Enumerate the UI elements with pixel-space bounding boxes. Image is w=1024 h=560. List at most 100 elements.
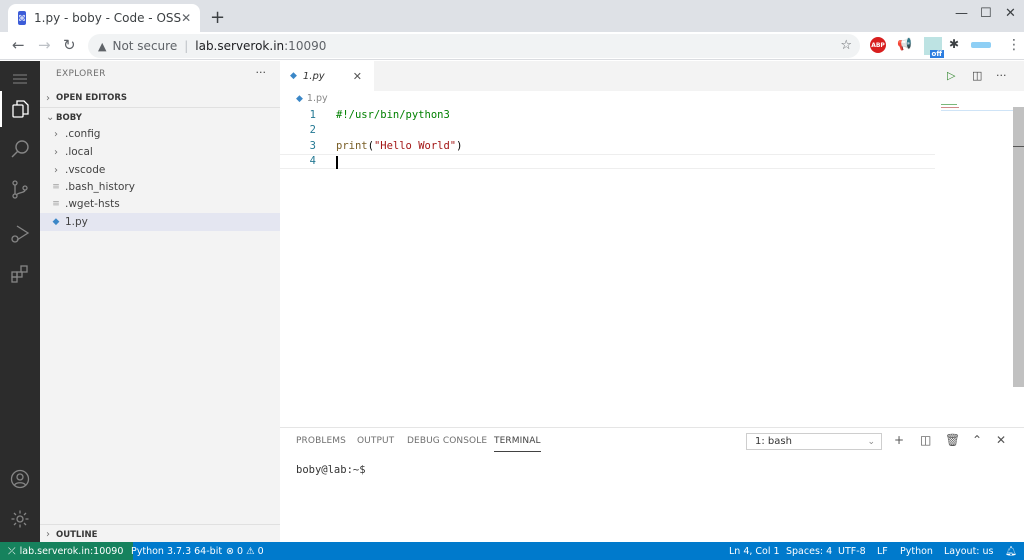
- close-panel-icon[interactable]: ✕: [996, 433, 1006, 447]
- separator: |: [184, 39, 189, 53]
- tree-item-1-py[interactable]: ◆ 1.py: [40, 213, 280, 231]
- chevron-down-icon: ⌄: [867, 436, 875, 447]
- workspace-section[interactable]: ⌄ BOBY: [40, 107, 280, 127]
- run-file-icon[interactable]: ▷: [947, 69, 955, 82]
- error-icon: ⊗: [226, 545, 234, 557]
- bookmark-star-icon[interactable]: ☆: [840, 38, 852, 53]
- tree-item-label: .bash_history: [65, 181, 135, 193]
- minimize-icon[interactable]: —: [955, 6, 968, 21]
- editor-tab-1-py[interactable]: ◆ 1.py ✕: [280, 61, 374, 91]
- more-actions-icon[interactable]: ···: [256, 66, 267, 79]
- terminal-select[interactable]: 1: bash ⌄: [746, 433, 882, 450]
- tree-item-local[interactable]: › .local: [40, 143, 280, 161]
- chevron-right-icon: ›: [54, 128, 58, 140]
- python-file-icon: ◆: [290, 71, 297, 81]
- chevron-right-icon: ›: [46, 529, 50, 540]
- extension-off-icon[interactable]: off: [924, 37, 944, 58]
- token-string: "Hello World": [373, 139, 457, 152]
- tree-item-wget-hsts[interactable]: ≡ .wget-hsts: [40, 195, 280, 213]
- line-number: 3: [309, 139, 316, 152]
- panel-tab-problems[interactable]: PROBLEMS: [296, 436, 346, 446]
- problems-indicator[interactable]: ⊗ 0 ⚠ 0: [226, 542, 264, 560]
- code-line-current: 4: [280, 153, 935, 169]
- extensions-icon[interactable]: [0, 256, 40, 292]
- security-label: Not secure: [112, 39, 178, 53]
- line-text: #!/usr/bin/python3: [336, 108, 450, 121]
- tree-item-label: .vscode: [65, 164, 106, 176]
- megaphone-icon[interactable]: 📢: [897, 37, 912, 51]
- address-bar[interactable]: ▲ Not secure | lab.serverok.in :10090 ☆: [88, 34, 860, 58]
- chevron-right-icon: ›: [54, 164, 58, 176]
- panel-tab-terminal[interactable]: TERMINAL: [494, 436, 541, 452]
- window-close-icon[interactable]: ✕: [1005, 6, 1016, 21]
- text-cursor: [336, 155, 338, 169]
- adblock-plus-icon[interactable]: ABP: [870, 37, 886, 53]
- outline-section[interactable]: › OUTLINE: [40, 524, 280, 544]
- remote-host: lab.serverok.in:10090: [19, 545, 124, 557]
- minimap[interactable]: [941, 104, 1015, 114]
- python-interpreter[interactable]: Python 3.7.3 64-bit: [131, 542, 222, 560]
- browser-tab[interactable]: ⌘ 1.py - boby - Code - OSS ✕: [8, 4, 200, 32]
- close-icon[interactable]: ✕: [181, 11, 191, 25]
- source-control-icon[interactable]: [0, 171, 40, 207]
- split-editor-icon[interactable]: ◫: [972, 69, 982, 82]
- close-tab-icon[interactable]: ✕: [353, 70, 362, 83]
- tree-item-bash-history[interactable]: ≡ .bash_history: [40, 178, 280, 196]
- url-host: lab.serverok.in: [195, 39, 285, 53]
- line-number: 4: [309, 155, 316, 168]
- panel-tab-debug-console[interactable]: DEBUG CONSOLE: [407, 436, 487, 446]
- end-of-line[interactable]: LF: [877, 542, 888, 560]
- vertical-scrollbar[interactable]: [1013, 107, 1024, 387]
- warning-count: 0: [257, 545, 264, 557]
- keyboard-layout[interactable]: Layout: us: [944, 542, 994, 560]
- notifications-bell-icon[interactable]: 🔔︎: [1005, 542, 1017, 560]
- error-count: 0: [237, 545, 244, 557]
- breadcrumb-file: 1.py: [306, 93, 328, 104]
- line-number: 1: [309, 108, 316, 121]
- panel-tab-output[interactable]: OUTPUT: [357, 436, 394, 446]
- account-icon[interactable]: [0, 461, 40, 497]
- open-editors-section[interactable]: › OPEN EDITORS: [40, 88, 280, 108]
- indentation[interactable]: Spaces: 4: [786, 542, 832, 560]
- extensions-puzzle-icon[interactable]: ✱: [949, 37, 959, 51]
- warning-icon: ▲: [98, 39, 107, 53]
- tree-item-label: 1.py: [65, 216, 88, 228]
- encoding[interactable]: UTF-8: [838, 542, 866, 560]
- terminal-prompt[interactable]: boby@lab:~$: [296, 464, 366, 476]
- maximize-panel-icon[interactable]: ⌃: [972, 433, 982, 447]
- browser-tab-title: 1.py - boby - Code - OSS: [34, 11, 182, 25]
- file-lines-icon: ≡: [52, 182, 60, 192]
- file-lines-icon: ≡: [52, 199, 60, 209]
- trash-icon[interactable]: 🗑: [945, 433, 960, 447]
- tree-item-config[interactable]: › .config: [40, 125, 280, 143]
- back-icon[interactable]: ←: [12, 36, 25, 54]
- cursor-position[interactable]: Ln 4, Col 1: [729, 542, 780, 560]
- search-icon[interactable]: [0, 131, 40, 167]
- more-actions-icon[interactable]: ···: [996, 69, 1007, 82]
- warning-icon: ⚠: [246, 545, 255, 557]
- settings-gear-icon[interactable]: [0, 501, 40, 537]
- new-tab-button[interactable]: +: [210, 7, 225, 28]
- token-paren: ): [456, 139, 463, 152]
- reload-icon[interactable]: ↻: [63, 36, 76, 54]
- maximize-icon[interactable]: ☐: [980, 6, 992, 21]
- url-port: :10090: [284, 39, 327, 53]
- code-line: 2: [280, 123, 940, 139]
- extension-bar-icon[interactable]: [971, 42, 991, 48]
- split-terminal-icon[interactable]: ◫: [920, 433, 931, 447]
- language-mode[interactable]: Python: [900, 542, 933, 560]
- status-bar: ⤫ lab.serverok.in:10090 Python 3.7.3 64-…: [0, 542, 1024, 560]
- forward-icon[interactable]: →: [38, 36, 51, 54]
- run-debug-icon[interactable]: [0, 216, 40, 252]
- code-editor[interactable]: 1 #!/usr/bin/python3 2 3 print("Hello Wo…: [280, 107, 940, 169]
- chevron-right-icon: ›: [54, 146, 58, 158]
- browser-menu-icon[interactable]: ⋮: [1007, 37, 1021, 53]
- remote-indicator[interactable]: ⤫ lab.serverok.in:10090: [0, 542, 134, 560]
- breadcrumb[interactable]: ◆ 1.py: [296, 93, 328, 104]
- section-label: OUTLINE: [56, 529, 98, 540]
- tree-item-vscode[interactable]: › .vscode: [40, 161, 280, 179]
- tree-item-label: .wget-hsts: [65, 198, 120, 210]
- explorer-files-icon[interactable]: [0, 91, 40, 127]
- new-terminal-icon[interactable]: +: [894, 433, 904, 447]
- chevron-down-icon: ⌄: [46, 112, 55, 123]
